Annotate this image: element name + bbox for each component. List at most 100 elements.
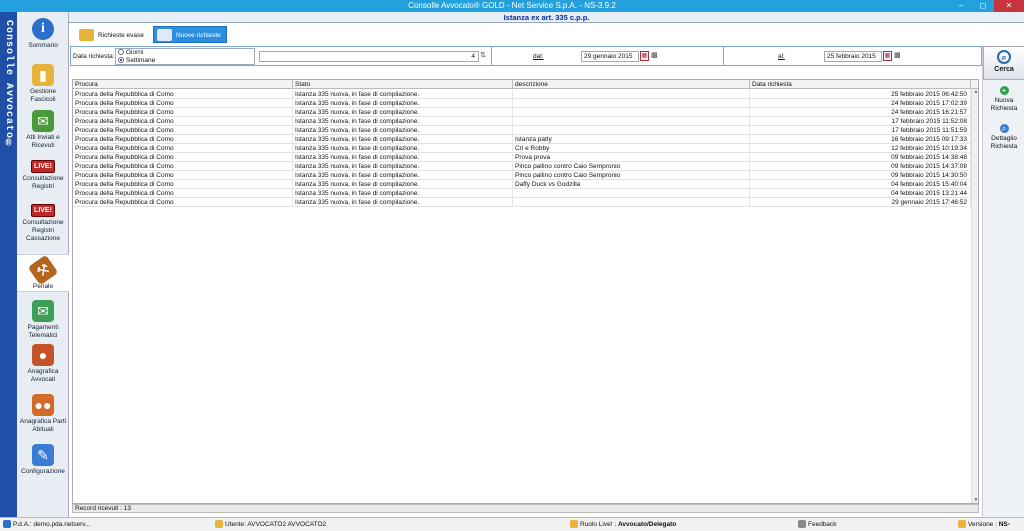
nav-item-sommario[interactable]: i Sommario bbox=[17, 18, 69, 50]
live-icon: LIVE! bbox=[31, 204, 55, 217]
record-count: Record ricevuti : 13 bbox=[72, 504, 979, 513]
nav-item-registri-cassazione[interactable]: LIVE! Consultazione Registri Cassazione bbox=[17, 204, 69, 243]
minimize-button[interactable]: – bbox=[950, 0, 972, 12]
quantity-input[interactable]: 4 bbox=[259, 51, 479, 62]
feedback-link[interactable]: Feedback bbox=[798, 518, 837, 531]
hammer-icon: ⚒ bbox=[27, 254, 59, 286]
table-cell bbox=[513, 99, 750, 108]
table-row[interactable]: Procura della Repubblica di Como Istanza … bbox=[73, 153, 971, 162]
scroll-up-icon[interactable]: ▲ bbox=[973, 89, 978, 95]
table-cell: Procura della Repubblica di Como bbox=[73, 189, 293, 198]
close-button[interactable]: ✕ bbox=[994, 0, 1024, 12]
nav-item-parti-abituali[interactable]: ●● Anagrafica Parti Abituali bbox=[17, 394, 69, 434]
table-row[interactable]: Procura della Repubblica di Como Istanza … bbox=[73, 99, 971, 108]
window-title: Consolle Avvocato® GOLD - Net Service S.… bbox=[408, 1, 616, 10]
feedback-icon bbox=[798, 520, 806, 529]
add-icon: + bbox=[999, 86, 1009, 95]
user-text: Utente: AVVOCATO2 AVVOCATO2 bbox=[225, 521, 327, 528]
radio-giorni[interactable]: Giorni bbox=[118, 49, 254, 57]
nav-item-atti[interactable]: ✉ Atti Inviati e Ricevuti bbox=[17, 110, 69, 150]
user-status: Utente: AVVOCATO2 AVVOCATO2 bbox=[215, 518, 326, 531]
radio-button[interactable] bbox=[118, 49, 124, 56]
calendar-icon[interactable]: ▦ bbox=[640, 51, 649, 61]
vertical-scrollbar[interactable]: ▲ ▼ bbox=[971, 89, 978, 503]
from-date-field[interactable]: 29 gennaio 2015 bbox=[581, 51, 639, 62]
nav-label: Anagrafica Avvocati bbox=[27, 368, 59, 383]
tab-label: Nuove richieste bbox=[176, 32, 221, 39]
table-row[interactable]: Procura della Repubblica di Como Istanza … bbox=[73, 144, 971, 153]
table-cell: Procura della Repubblica di Como bbox=[73, 108, 293, 117]
table-row[interactable]: Procura della Repubblica di Como Istanza … bbox=[73, 189, 971, 198]
table-cell: Pinco pallino contro Caio Sempronio bbox=[513, 171, 750, 180]
tab-richieste-evase[interactable]: Richieste evase bbox=[75, 26, 150, 43]
version-status: Versione : NS-3.9.2 bbox=[958, 518, 1024, 531]
radio-settimane[interactable]: Settimane bbox=[118, 57, 254, 65]
table-cell bbox=[513, 90, 750, 99]
column-header[interactable]: Procura bbox=[73, 80, 293, 89]
table-row[interactable]: Procura della Repubblica di Como Istanza … bbox=[73, 117, 971, 126]
table-row[interactable]: Procura della Repubblica di Como Istanza … bbox=[73, 135, 971, 144]
nav-label: Anagrafica Parti Abituali bbox=[19, 418, 67, 433]
table-cell bbox=[513, 189, 750, 198]
role-prefix: Ruolo Live! : bbox=[580, 521, 618, 528]
spinner-icon[interactable]: ⇅ bbox=[480, 51, 488, 61]
maximize-button[interactable]: ◻ bbox=[972, 0, 994, 12]
period-radio-group: Giorni Settimane bbox=[115, 48, 255, 65]
nav-label: Gestione Fascicoli bbox=[29, 88, 57, 103]
divider bbox=[723, 47, 724, 65]
nav-item-anagrafica-avvocati[interactable]: ● Anagrafica Avvocati bbox=[17, 344, 69, 384]
table-row[interactable]: Procura della Repubblica di Como Istanza … bbox=[73, 171, 971, 180]
pda-text: P.d.A.: demo.pda.netserv... bbox=[13, 521, 91, 528]
nav-item-penale[interactable]: ⚒ Penale bbox=[17, 254, 69, 292]
tab-strip: Richieste evase Nuove richieste bbox=[75, 24, 475, 44]
info-icon: i bbox=[32, 18, 54, 40]
table-header: Procura Stato descrizione Data richiesta bbox=[73, 80, 978, 89]
folder-icon: ▮ bbox=[32, 64, 54, 86]
new-request-button[interactable]: + Nuova Richiesta bbox=[983, 86, 1024, 112]
table-row[interactable]: Procura della Repubblica di Como Istanza … bbox=[73, 126, 971, 135]
nav-item-gestione-fascicoli[interactable]: ▮ Gestione Fascicoli bbox=[17, 64, 69, 104]
clear-icon[interactable]: ▩ bbox=[894, 51, 902, 61]
table-cell bbox=[513, 108, 750, 117]
version-prefix: Versione : bbox=[968, 521, 999, 528]
to-date-field[interactable]: 25 febbraio 2015 bbox=[824, 51, 882, 62]
table-cell bbox=[513, 117, 750, 126]
table-cell: Daffy Duck vs Godzilla bbox=[513, 180, 750, 189]
archive-icon bbox=[79, 29, 94, 41]
clear-icon[interactable]: ▩ bbox=[651, 51, 659, 61]
table-cell: 16 febbraio 2015 09:17:33 bbox=[750, 135, 971, 144]
role-status: Ruolo Live! : Avvocato/Delegato bbox=[570, 518, 676, 531]
table-cell: 24 febbraio 2015 16:21:57 bbox=[750, 108, 971, 117]
table-cell: Istanza 335 nuova, in fase di compilazio… bbox=[293, 108, 513, 117]
table-cell: Procura della Repubblica di Como bbox=[73, 153, 293, 162]
scroll-down-icon[interactable]: ▼ bbox=[973, 497, 978, 503]
table-row[interactable]: Procura della Repubblica di Como Istanza … bbox=[73, 198, 971, 207]
radio-button[interactable] bbox=[118, 57, 124, 64]
table-row[interactable]: Procura della Repubblica di Como Istanza … bbox=[73, 180, 971, 189]
page-title: Istanza ex art. 335 c.p.p. bbox=[503, 13, 590, 22]
table-cell: 09 febbraio 2015 14:38:48 bbox=[750, 153, 971, 162]
table-cell bbox=[513, 198, 750, 207]
nav-item-consultazione-registri[interactable]: LIVE! Consultazione Registri bbox=[17, 160, 69, 191]
search-label: Cerca bbox=[994, 66, 1014, 73]
nav-item-pagamenti[interactable]: ✉ Pagamenti Telematici bbox=[17, 300, 69, 340]
table-cell: Istanza 335 nuova, in fase di compilazio… bbox=[293, 171, 513, 180]
calendar-icon[interactable]: ▦ bbox=[883, 51, 892, 61]
column-header[interactable]: Stato bbox=[293, 80, 513, 89]
column-header[interactable]: descrizione bbox=[513, 80, 750, 89]
detail-button[interactable]: ⌕ Dettaglio Richiesta bbox=[983, 124, 1024, 150]
search-button[interactable]: ⌕ Cerca bbox=[983, 46, 1024, 80]
table-row[interactable]: Procura della Repubblica di Como Istanza … bbox=[73, 108, 971, 117]
tab-nuove-richieste[interactable]: Nuove richieste bbox=[153, 26, 227, 43]
nav-label: Pagamenti Telematici bbox=[27, 324, 59, 339]
column-header[interactable]: Data richiesta bbox=[750, 80, 971, 89]
table-row[interactable]: Procura della Repubblica di Como Istanza … bbox=[73, 162, 971, 171]
nav-label: Penale bbox=[32, 283, 54, 290]
pda-status: P.d.A.: demo.pda.netserv... bbox=[3, 518, 90, 531]
settings-icon: ✎ bbox=[32, 444, 54, 466]
table-cell: Istanza 335 nuova, in fase di compilazio… bbox=[293, 99, 513, 108]
brand-strip: Consolle Avvocato® bbox=[0, 12, 17, 517]
filter-label: Data richiesta: bbox=[73, 53, 115, 60]
nav-item-configurazione[interactable]: ✎ Configurazione bbox=[17, 444, 69, 476]
table-row[interactable]: Procura della Repubblica di Como Istanza … bbox=[73, 90, 971, 99]
